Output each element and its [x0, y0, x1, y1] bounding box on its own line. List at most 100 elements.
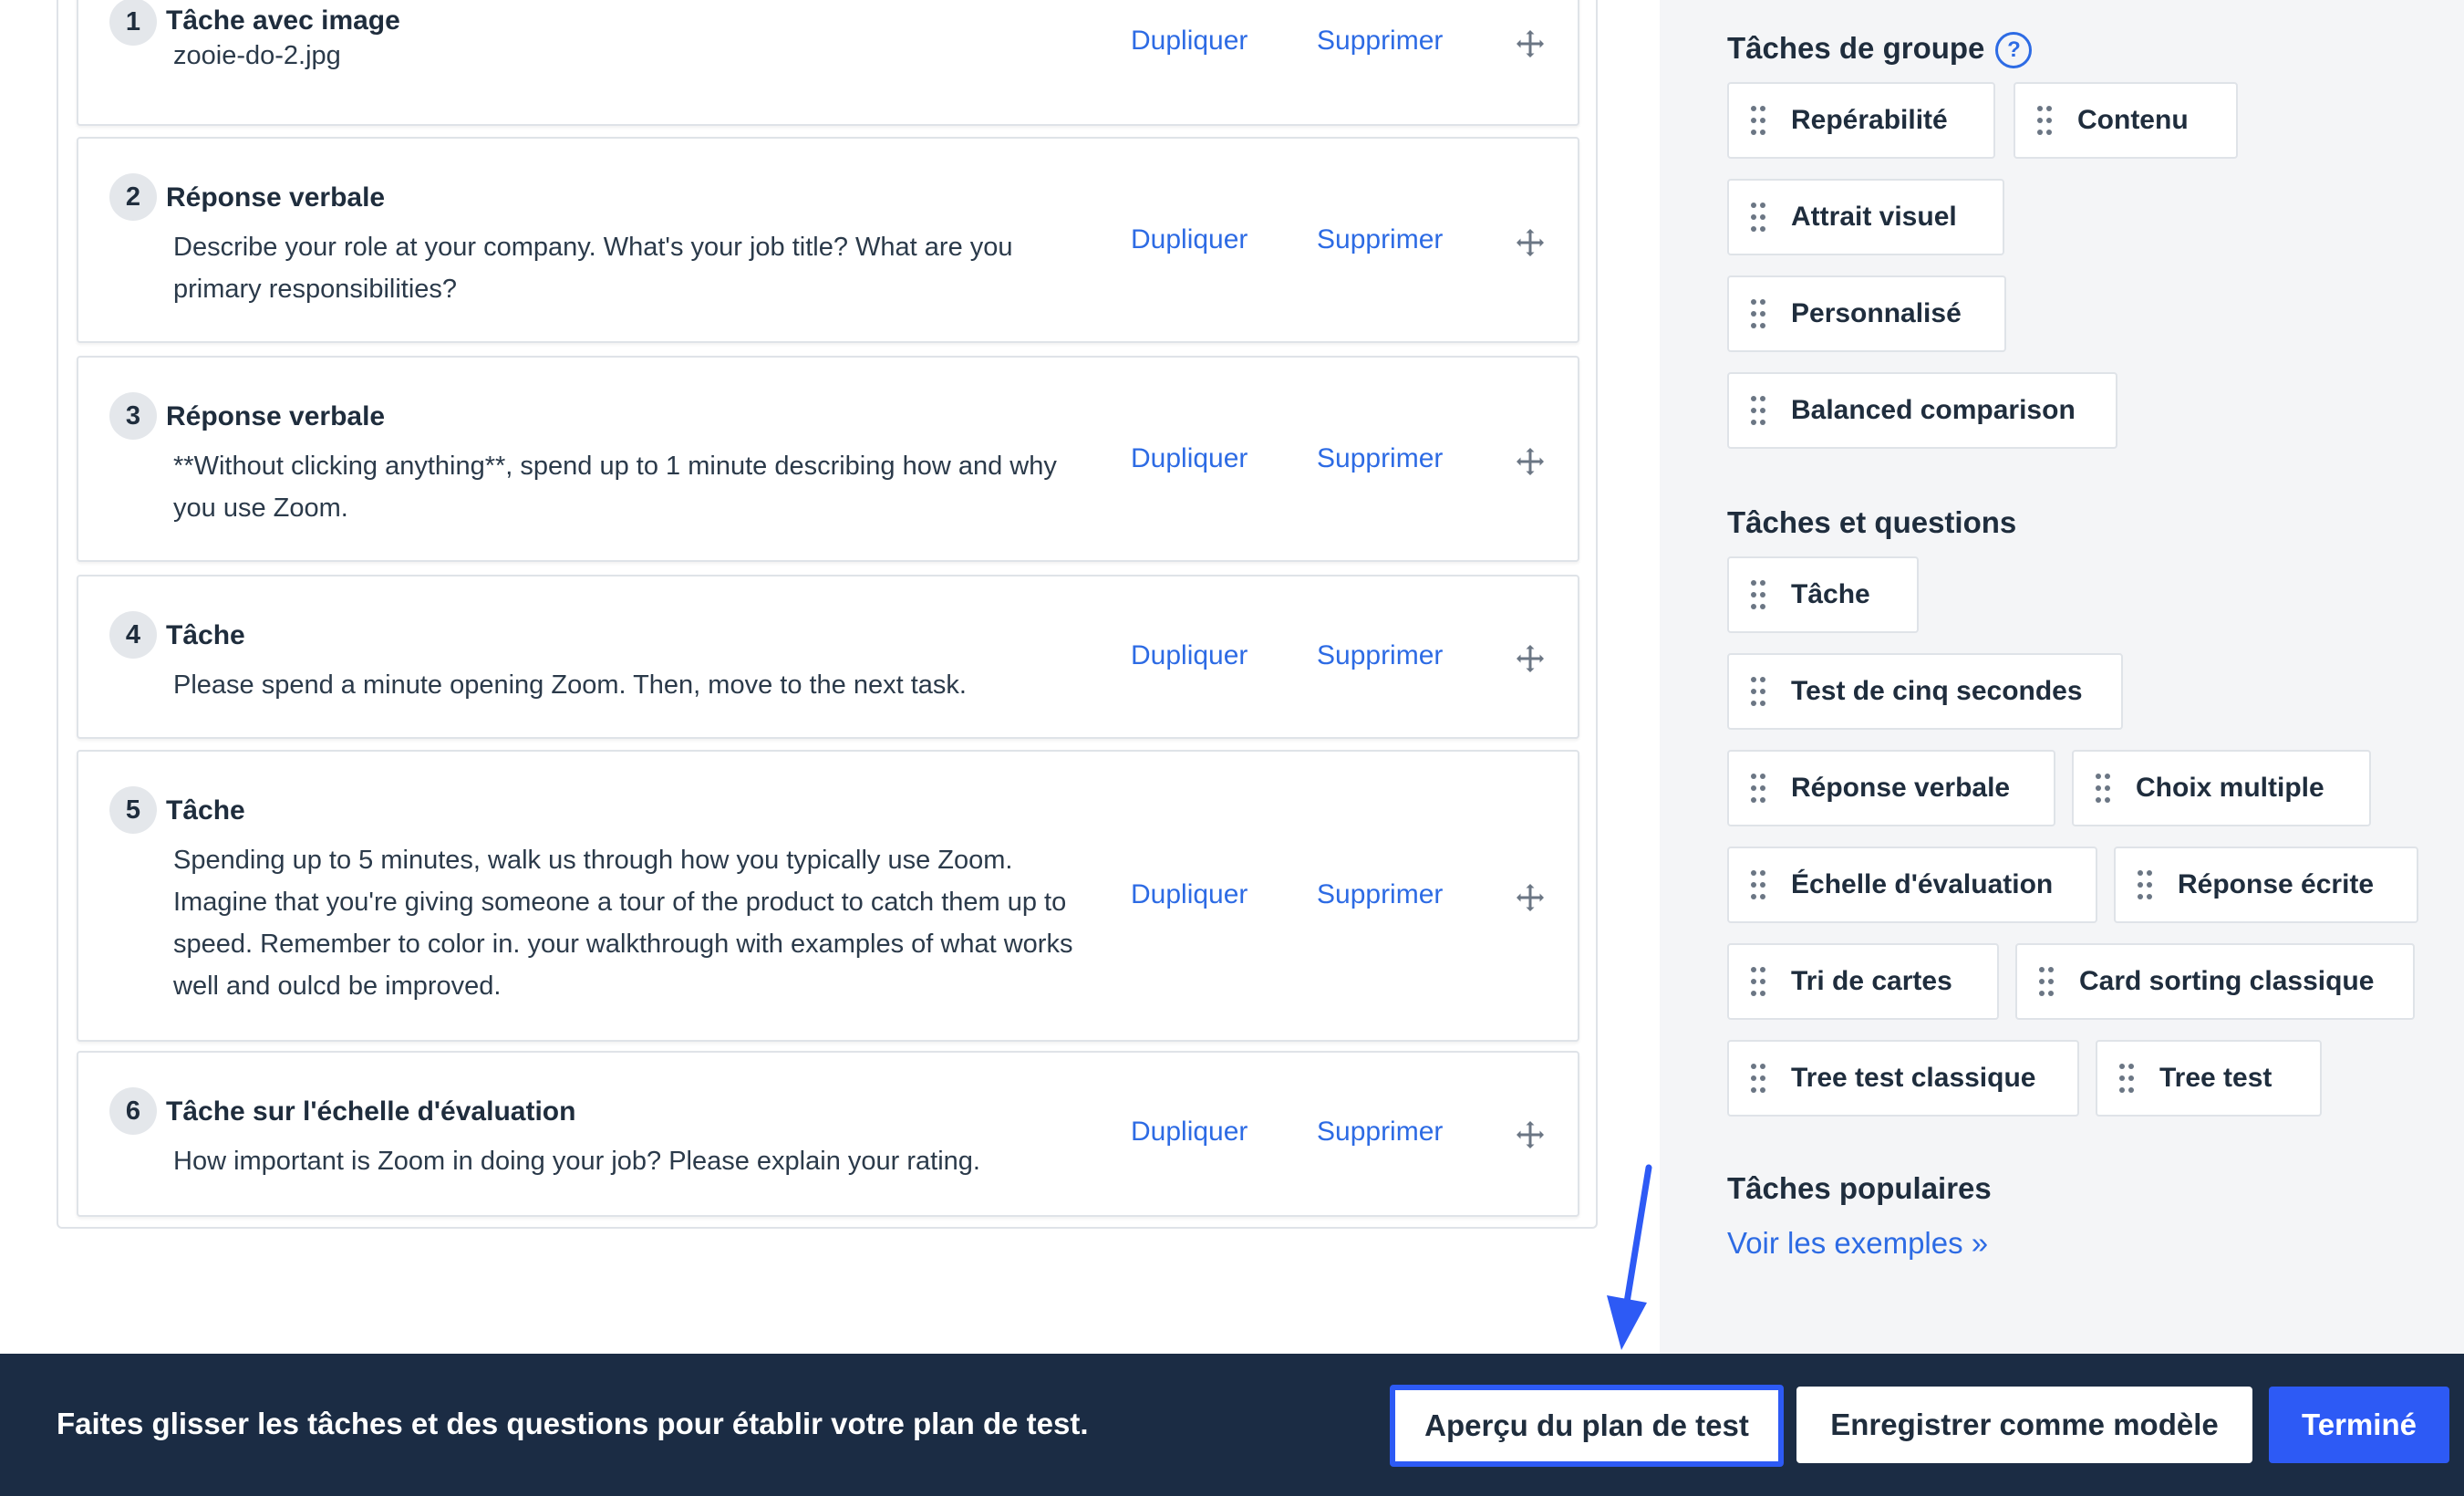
task-title: Réponse verbale — [166, 401, 386, 431]
drag-grip-icon — [1751, 203, 1765, 232]
drag-grip-icon — [2039, 967, 2054, 996]
duplicate-button[interactable]: Dupliquer — [1131, 879, 1248, 910]
task-card-5[interactable]: 5 Tâche Spending up to 5 minutes, walk u… — [77, 750, 1579, 1042]
delete-button[interactable]: Supprimer — [1317, 1117, 1443, 1148]
move-arrows-icon[interactable] — [1514, 1118, 1547, 1151]
duplicate-button[interactable]: Dupliquer — [1131, 224, 1248, 255]
duplicate-button[interactable]: Dupliquer — [1131, 26, 1248, 57]
move-arrows-icon[interactable] — [1514, 226, 1547, 259]
footer-instruction: Faites glisser les tâches et des questio… — [57, 1407, 1089, 1440]
chip-balanced-comparison[interactable]: Balanced comparison — [1727, 372, 2117, 449]
task-title: Tâche — [166, 795, 245, 826]
chip-label: Attrait visuel — [1791, 202, 1957, 232]
task-description: Describe your role at your company. What… — [173, 233, 1013, 304]
task-number: 3 — [109, 392, 157, 440]
drag-grip-icon — [1751, 106, 1765, 135]
group-tasks-title: Tâches de groupe — [1727, 31, 1985, 65]
duplicate-button[interactable]: Dupliquer — [1131, 640, 1248, 671]
chip-tree-test-classique[interactable]: Tree test classique — [1727, 1040, 2079, 1117]
chip-personnalise[interactable]: Personnalisé — [1727, 275, 2006, 352]
drag-grip-icon — [1751, 299, 1765, 328]
task-card-6[interactable]: 6 Tâche sur l'échelle d'évaluation How i… — [77, 1051, 1579, 1217]
save-as-template-button[interactable]: Enregistrer comme modèle — [1796, 1387, 2252, 1463]
task-card-4[interactable]: 4 Tâche Please spend a minute opening Zo… — [77, 575, 1579, 739]
chip-label: Tree test classique — [1791, 1063, 2036, 1093]
chip-label: Tâche — [1791, 579, 1870, 609]
chip-label: Réponse verbale — [1791, 773, 2011, 803]
chip-choix-multiple[interactable]: Choix multiple — [2072, 750, 2371, 826]
task-title: Réponse verbale — [166, 182, 386, 213]
task-number: 6 — [109, 1087, 157, 1135]
move-arrows-icon[interactable] — [1514, 642, 1547, 675]
task-number: 1 — [109, 0, 157, 46]
chip-label: Balanced comparison — [1791, 395, 2076, 425]
drag-grip-icon — [2037, 106, 2052, 135]
chip-reponse-verbale[interactable]: Réponse verbale — [1727, 750, 2055, 826]
chip-label: Échelle d'évaluation — [1791, 869, 2054, 899]
delete-button[interactable]: Supprimer — [1317, 26, 1443, 57]
delete-button[interactable]: Supprimer — [1317, 879, 1443, 910]
preview-test-plan-button[interactable]: Aperçu du plan de test — [1390, 1385, 1784, 1467]
chip-attrait-visuel[interactable]: Attrait visuel — [1727, 179, 2004, 255]
chip-label: Choix multiple — [2136, 773, 2324, 803]
chip-label: Test de cinq secondes — [1791, 676, 2083, 706]
task-title: Tâche avec image — [166, 5, 400, 36]
drag-grip-icon — [1751, 580, 1765, 609]
drag-grip-icon — [1751, 1064, 1765, 1093]
task-number: 2 — [109, 173, 157, 221]
delete-button[interactable]: Supprimer — [1317, 224, 1443, 255]
drag-grip-icon — [1751, 870, 1765, 899]
chip-label: Contenu — [2077, 105, 2189, 135]
task-list-panel: 1 Tâche avec image zooie-do-2.jpg Dupliq… — [0, 0, 1660, 1354]
task-description: Please spend a minute opening Zoom. Then… — [173, 670, 967, 700]
move-arrows-icon[interactable] — [1514, 27, 1547, 60]
group-tasks-heading: Tâches de groupe? — [1727, 31, 2033, 69]
done-button[interactable]: Terminé — [2269, 1387, 2449, 1463]
task-number: 5 — [109, 786, 157, 834]
chip-tache[interactable]: Tâche — [1727, 556, 1919, 633]
duplicate-button[interactable]: Dupliquer — [1131, 443, 1248, 474]
task-title: Tâche — [166, 620, 245, 650]
chip-tri-de-cartes[interactable]: Tri de cartes — [1727, 943, 1999, 1020]
drag-grip-icon — [2119, 1064, 2134, 1093]
task-number: 4 — [109, 611, 157, 659]
footer-bar: Faites glisser les tâches et des questio… — [0, 1354, 2464, 1496]
move-arrows-icon[interactable] — [1514, 881, 1547, 914]
chip-label: Repérabilité — [1791, 105, 1948, 135]
task-description: How important is Zoom in doing your job?… — [173, 1147, 980, 1176]
chip-tree-test[interactable]: Tree test — [2096, 1040, 2322, 1117]
drag-grip-icon — [1751, 677, 1765, 706]
task-title: Tâche sur l'échelle d'évaluation — [166, 1096, 576, 1127]
chip-label: Personnalisé — [1791, 298, 1962, 328]
tasks-questions-title: Tâches et questions — [1727, 505, 2017, 539]
chip-test-cinq-secondes[interactable]: Test de cinq secondes — [1727, 653, 2123, 730]
chip-label: Tree test — [2159, 1063, 2272, 1093]
chip-reperabilite[interactable]: Repérabilité — [1727, 82, 1995, 159]
drag-grip-icon — [1751, 967, 1765, 996]
see-examples-link[interactable]: Voir les exemples » — [1727, 1226, 1988, 1261]
task-description: **Without clicking anything**, spend up … — [173, 452, 1057, 523]
arrow-down-icon — [1607, 1164, 1652, 1350]
delete-button[interactable]: Supprimer — [1317, 443, 1443, 474]
drag-grip-icon — [1751, 396, 1765, 425]
duplicate-button[interactable]: Dupliquer — [1131, 1117, 1248, 1148]
task-card-1[interactable]: 1 Tâche avec image zooie-do-2.jpg Dupliq… — [77, 0, 1579, 126]
popular-tasks-title: Tâches populaires — [1727, 1171, 1992, 1205]
help-circle-icon[interactable]: ? — [1995, 32, 2033, 69]
chip-echelle-evaluation[interactable]: Échelle d'évaluation — [1727, 847, 2097, 923]
move-arrows-icon[interactable] — [1514, 445, 1547, 478]
delete-button[interactable]: Supprimer — [1317, 640, 1443, 671]
drag-grip-icon — [2096, 774, 2110, 803]
drag-grip-icon — [1751, 774, 1765, 803]
drag-grip-icon — [2138, 870, 2152, 899]
task-library-sidebar: Tâches de groupe? Repérabilité Contenu A… — [1660, 0, 2464, 1354]
chip-reponse-ecrite[interactable]: Réponse écrite — [2114, 847, 2418, 923]
task-description: Spending up to 5 minutes, walk us throug… — [173, 846, 1073, 1001]
task-card-3[interactable]: 3 Réponse verbale **Without clicking any… — [77, 356, 1579, 562]
chip-contenu[interactable]: Contenu — [2014, 82, 2238, 159]
task-card-2[interactable]: 2 Réponse verbale Describe your role at … — [77, 137, 1579, 343]
chip-card-sorting-classique[interactable]: Card sorting classique — [2015, 943, 2415, 1020]
chip-label: Réponse écrite — [2178, 869, 2375, 899]
task-description: zooie-do-2.jpg — [173, 41, 341, 70]
chip-label: Tri de cartes — [1791, 966, 1952, 996]
